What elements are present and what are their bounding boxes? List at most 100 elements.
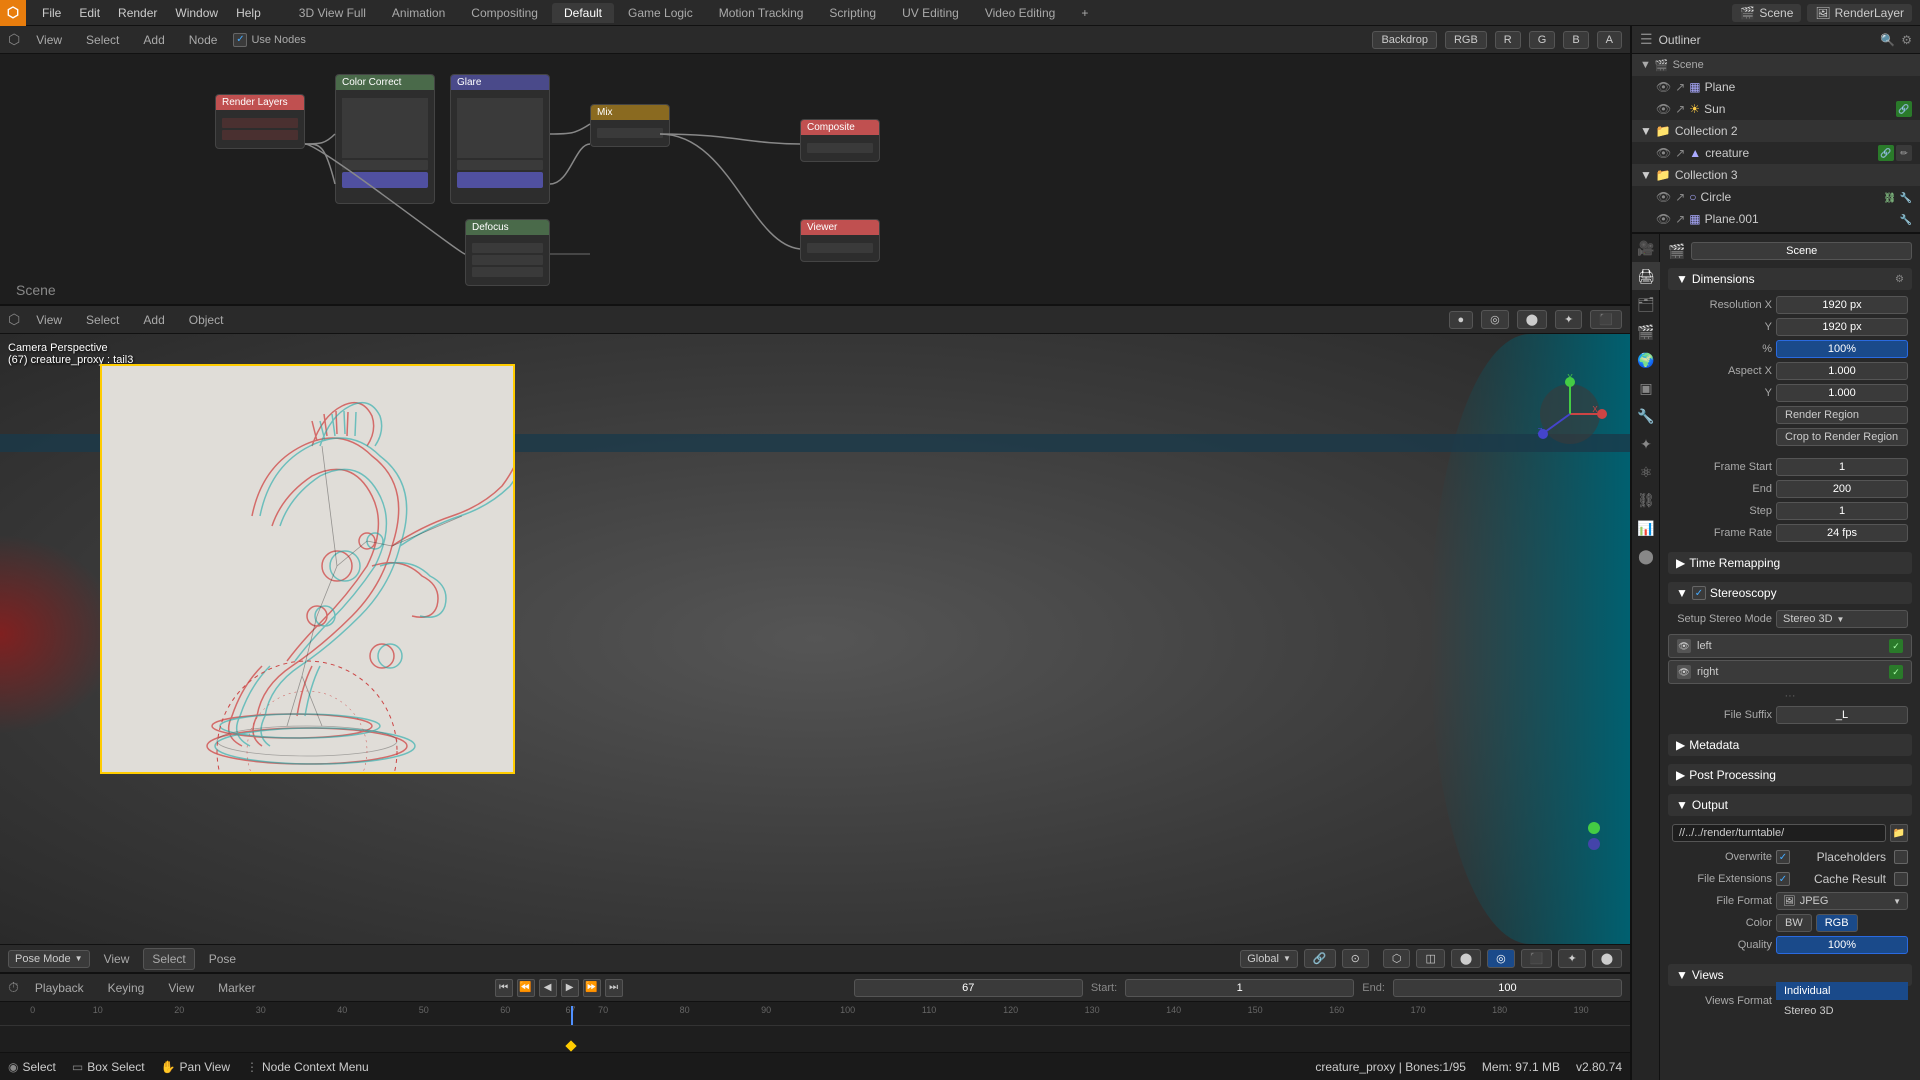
xray-btn[interactable]: ◫	[1416, 949, 1444, 968]
timeline-scrubber[interactable]: 0 10 20 30 40 50 60 67 70 80 90 100 110 …	[0, 1002, 1630, 1058]
render-preview-btn[interactable]: ⬤	[1592, 949, 1622, 968]
node-canvas[interactable]: Scene Render Layers Color Correct	[0, 54, 1630, 304]
backdrop-btn[interactable]: Backdrop	[1372, 31, 1436, 49]
ne-add-menu[interactable]: Add	[135, 30, 172, 50]
creature-vis-icon[interactable]: 👁	[1656, 146, 1671, 160]
current-frame-display[interactable]: 67	[854, 979, 1083, 997]
jump-start-btn[interactable]: ⏮	[495, 979, 513, 997]
left-view-item[interactable]: 👁 left ✓	[1668, 634, 1912, 658]
plane001-vis-icon[interactable]: 👁	[1656, 212, 1671, 226]
vp-object-menu[interactable]: Object	[181, 310, 232, 330]
step-back-btn[interactable]: ⏪	[517, 979, 535, 997]
prop-tab-scene[interactable]: 🎬	[1632, 318, 1660, 346]
bw-btn[interactable]: BW	[1776, 914, 1812, 932]
stereo-enable-checkbox[interactable]: ✓	[1692, 586, 1706, 600]
a-btn[interactable]: A	[1597, 31, 1622, 49]
keying-menu[interactable]: Keying	[100, 978, 153, 998]
tab-gamelogi[interactable]: Game Logic	[616, 3, 705, 23]
creature-item[interactable]: 👁 ↗ ▲ creature 🔗 ✏	[1632, 142, 1920, 164]
collection2-item[interactable]: ▼ 📁 Collection 2	[1632, 120, 1920, 142]
post-processing-header[interactable]: ▶ Post Processing	[1668, 764, 1912, 786]
tab-compositing[interactable]: Compositing	[459, 3, 550, 23]
ne-view-menu[interactable]: View	[28, 30, 70, 50]
prop-tab-world[interactable]: 🌍	[1632, 346, 1660, 374]
resolution-pct-value[interactable]: 100%	[1776, 340, 1908, 358]
start-frame-display[interactable]: 1	[1125, 979, 1354, 997]
overlay-btn[interactable]: ⬡	[1383, 949, 1411, 968]
playback-menu[interactable]: Playback	[27, 978, 92, 998]
end-frame-display[interactable]: 100	[1393, 979, 1622, 997]
dimensions-settings-icon[interactable]: ⚙	[1895, 274, 1904, 285]
jump-end-btn[interactable]: ⏭	[605, 979, 623, 997]
snap-btn[interactable]: 🔗	[1304, 949, 1336, 968]
node-card-6[interactable]: Defocus	[465, 219, 550, 286]
vp-add-menu[interactable]: Add	[135, 310, 172, 330]
prop-tab-physics[interactable]: ⚛	[1632, 458, 1660, 486]
window-menu[interactable]: Window	[167, 3, 226, 23]
output-path-field[interactable]: //../../render/turntable/	[1672, 824, 1886, 842]
sun-vis-icon[interactable]: 👁	[1656, 102, 1671, 116]
node-card-5[interactable]: Composite	[800, 119, 880, 162]
frame-rate-value[interactable]: 24 fps	[1776, 524, 1908, 542]
fileformat-dropdown[interactable]: 🖼 JPEG ▼	[1776, 892, 1908, 910]
global-dropdown[interactable]: Global ▼	[1240, 950, 1298, 968]
viewport-rendered-btn[interactable]: ⬛	[1590, 310, 1622, 329]
b-btn[interactable]: B	[1563, 31, 1588, 49]
g-btn[interactable]: G	[1529, 31, 1556, 49]
individual-option[interactable]: Individual	[1776, 982, 1908, 1000]
viewport-canvas[interactable]: Camera Perspective (67) creature_proxy :…	[0, 334, 1630, 944]
prop-tab-data[interactable]: 📊	[1632, 514, 1660, 542]
quality-value[interactable]: 100%	[1776, 936, 1908, 954]
solid-btn[interactable]: ⬛	[1521, 949, 1553, 968]
filter-icon[interactable]: 🔍	[1880, 33, 1895, 47]
creature-link-icon[interactable]: 🔗	[1878, 145, 1894, 161]
rgb-color-btn[interactable]: RGB	[1816, 914, 1858, 932]
time-remapping-header[interactable]: ▶ Time Remapping	[1668, 552, 1912, 574]
creature-sel-icon[interactable]: ↗	[1675, 146, 1685, 160]
play-btn[interactable]: ▶	[561, 979, 579, 997]
circle-item[interactable]: 👁 ↗ ○ Circle ⛓ 🔧	[1632, 186, 1920, 208]
prop-tab-render[interactable]: 🎥	[1632, 234, 1660, 262]
matcap-btn[interactable]: ⬤	[1451, 949, 1481, 968]
outliner-settings-icon[interactable]: ⚙	[1901, 33, 1912, 47]
output-browse-btn[interactable]: 📁	[1890, 824, 1908, 842]
prop-tab-object[interactable]: ▣	[1632, 374, 1660, 402]
stereo3d-option[interactable]: Stereo 3D	[1776, 1002, 1908, 1020]
rgb-btn[interactable]: RGB	[1445, 31, 1487, 49]
use-nodes-toggle[interactable]: ✓ Use Nodes	[233, 33, 305, 47]
node-card-3[interactable]: Glare	[450, 74, 550, 204]
prop-tab-constraints[interactable]: ⛓	[1632, 486, 1660, 514]
pose-mode-dropdown[interactable]: Pose Mode ▼	[8, 950, 90, 968]
crop-btn[interactable]: Crop to Render Region	[1776, 428, 1908, 446]
scene-root[interactable]: ▼ 🎬 Scene	[1632, 54, 1920, 76]
resolution-x-value[interactable]: 1920 px	[1776, 296, 1908, 314]
stereo-mode-dropdown[interactable]: Stereo 3D ▼	[1776, 610, 1908, 628]
edit-menu[interactable]: Edit	[71, 3, 108, 23]
vp-view-menu[interactable]: View	[28, 310, 70, 330]
tab-default[interactable]: Default	[552, 3, 614, 23]
tab-add[interactable]: +	[1069, 3, 1100, 23]
plane001-item[interactable]: 👁 ↗ ▦ Plane.001 🔧	[1632, 208, 1920, 230]
viewport-gizmo[interactable]: X Y Z	[1530, 374, 1610, 454]
sun-sel-icon[interactable]: ↗	[1675, 102, 1685, 116]
placeholders-checkbox[interactable]	[1894, 850, 1908, 864]
render-region-btn[interactable]: Render Region	[1776, 406, 1908, 424]
tab-videoediting[interactable]: Video Editing	[973, 3, 1068, 23]
node-card-1[interactable]: Render Layers	[215, 94, 305, 149]
frame-step-value[interactable]: 1	[1776, 502, 1908, 520]
viewport-solid-btn[interactable]: ⬤	[1517, 310, 1547, 329]
circle-vis-icon[interactable]: 👁	[1656, 190, 1671, 204]
stereoscopy-header[interactable]: ▼ ✓ Stereoscopy	[1668, 582, 1912, 604]
fileext-checkbox[interactable]: ✓	[1776, 872, 1790, 886]
wireframe-btn[interactable]: ◎	[1487, 949, 1515, 968]
scene-selector[interactable]: 🎬 Scene	[1732, 4, 1801, 22]
tab-animation[interactable]: Animation	[380, 3, 457, 23]
vp-view-btn[interactable]: View	[96, 949, 138, 969]
plane-sel-icon[interactable]: ↗	[1675, 80, 1685, 94]
aspect-y-value[interactable]: 1.000	[1776, 384, 1908, 402]
vp-select-menu[interactable]: Select	[78, 310, 127, 330]
sun-link-icon[interactable]: 🔗	[1896, 101, 1912, 117]
render-menu[interactable]: Render	[110, 3, 165, 23]
prop-tab-view-layer[interactable]: 🗂	[1632, 290, 1660, 318]
render-layer-selector[interactable]: 🖼 RenderLayer	[1807, 4, 1912, 22]
